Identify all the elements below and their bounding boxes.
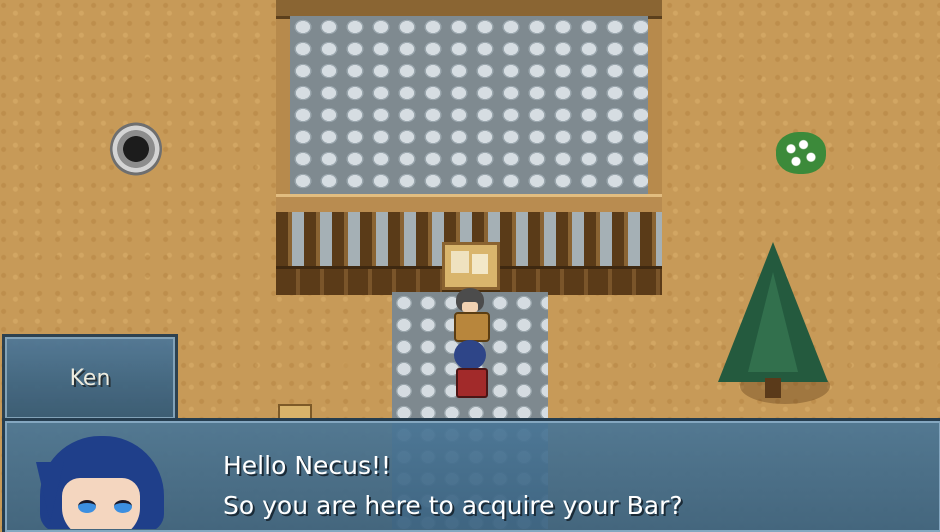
portrait-hair-spike	[36, 462, 64, 522]
speaker-portrait	[34, 432, 170, 529]
notice-board[interactable]	[442, 242, 500, 290]
portrait-eye-right	[114, 500, 132, 513]
speaker-name-window: Ken	[2, 334, 178, 422]
cobblestone-floor	[290, 16, 648, 196]
speaker-name: Ken	[69, 365, 111, 391]
player-head	[454, 340, 486, 370]
portrait-eye-left	[78, 500, 96, 513]
pine-tree	[718, 242, 828, 402]
player-body	[456, 368, 488, 398]
notice-paper	[451, 251, 469, 273]
npc-face	[462, 302, 478, 312]
dialog-line-2: So you are here to acquire your Bar?	[223, 491, 683, 520]
player-character[interactable]	[450, 340, 490, 398]
dialog-line-1: Hello Necus!!	[223, 451, 392, 480]
stone-well[interactable]	[110, 122, 162, 176]
notice-paper	[472, 254, 488, 274]
npc-character[interactable]	[450, 288, 490, 342]
tree-highlight	[748, 272, 798, 372]
tree-trunk	[765, 378, 781, 398]
npc-body	[454, 312, 490, 342]
bar-building	[276, 0, 662, 295]
flower-bush	[776, 132, 826, 174]
